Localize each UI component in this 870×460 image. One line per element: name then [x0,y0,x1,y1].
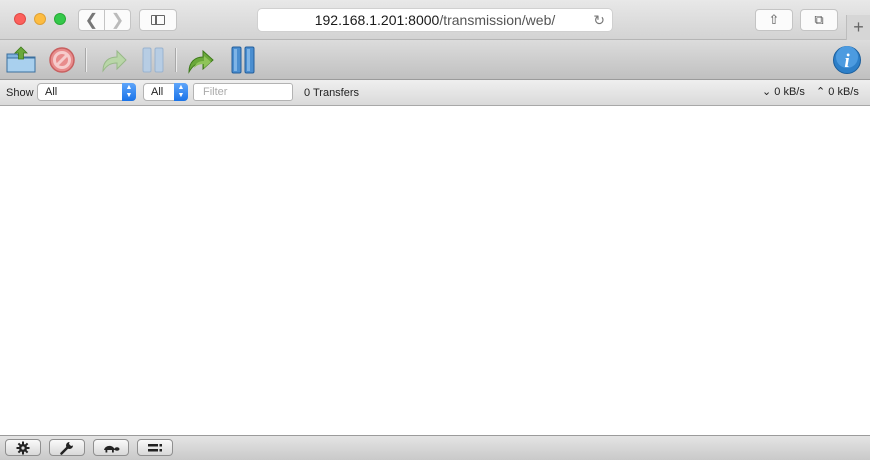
chevron-right-icon: ❯ [110,12,125,29]
remove-torrent-button[interactable] [46,44,78,76]
show-sidebar-button[interactable] [139,9,177,31]
download-arrow-icon: ⌄ [762,86,772,98]
resume-all-button[interactable] [186,44,218,76]
close-window-button[interactable] [14,13,26,25]
transfers-count: 0 Transfers [304,87,360,99]
inspector-icon: i [833,46,861,74]
turtle-mode-button[interactable] [93,439,129,456]
inspector-letter: i [844,51,850,72]
transmission-toolbar: i [0,40,870,80]
share-button[interactable]: ⇧ [755,9,793,31]
inspector-button[interactable]: i [831,44,863,76]
fullscreen-window-button[interactable] [54,13,66,25]
url-host: 192.168.1.201:8000 [314,12,440,28]
minimize-window-button[interactable] [34,13,46,25]
sidebar-icon [151,15,165,25]
filter-bar: Show All ▲▼ All ▲▼ 0 Transfers ⌄ 0 kB/s … [0,80,870,106]
upload-rate-value: 0 kB/s [828,86,859,98]
settings-button[interactable] [5,439,41,456]
show-label: Show [6,87,34,99]
preferences-wrench-icon [60,441,73,455]
address-bar[interactable]: 192.168.1.201:8000/transmission/web/ ↻ [257,8,613,32]
reload-icon[interactable]: ↻ [593,9,605,31]
open-torrent-button[interactable] [5,44,37,76]
preferences-button[interactable] [49,439,85,456]
status-filter-select[interactable]: All ▲ ▼ [37,83,136,101]
status-filter-value: All [45,86,58,98]
filter-input[interactable] [193,83,293,101]
browser-titlebar: ❮ ❯ 192.168.1.201:8000/transmission/web/… [0,0,870,40]
plus-icon: + [853,17,864,37]
resume-all-icon [188,49,214,74]
select-stepper-icon: ▲ ▼ [122,83,136,101]
download-rate: ⌄ 0 kB/s [762,85,805,98]
resume-selected-icon [102,49,127,73]
new-tab-button[interactable]: + [846,15,870,40]
tracker-filter-value: All [151,86,164,98]
upload-rate: ⌃ 0 kB/s [816,85,859,98]
compact-view-button[interactable] [137,439,173,456]
url-path: /transmission/web/ [439,12,556,28]
open-torrent-icon [6,46,36,73]
bottom-toolbar [0,435,870,460]
download-rate-value: 0 kB/s [774,86,805,98]
pause-selected-button[interactable] [137,44,169,76]
show-tabs-button[interactable]: ⧉ [800,9,838,31]
upload-arrow-icon: ⌃ [816,86,826,98]
pause-all-icon [231,46,255,74]
settings-gear-icon [16,441,30,454]
torrent-list[interactable] [0,106,870,436]
pause-all-button[interactable] [227,44,259,76]
turtle-speed-limit-icon [104,445,120,452]
compact-view-icon [148,443,162,451]
forward-button[interactable]: ❯ [104,10,130,30]
tracker-filter-select[interactable]: All ▲ ▼ [143,83,188,101]
share-icon: ⇧ [768,12,780,27]
toolbar-separator [175,48,177,72]
tabs-overview-icon: ⧉ [814,12,824,27]
history-navigation: ❮ ❯ [78,9,131,31]
resume-selected-button[interactable] [97,44,129,76]
toolbar-separator [85,48,87,72]
remove-torrent-icon [49,47,75,73]
select-stepper-icon: ▲ ▼ [174,83,188,101]
pause-selected-icon [142,47,164,73]
chevron-left-icon: ❮ [84,12,99,29]
back-button[interactable]: ❮ [79,10,104,30]
